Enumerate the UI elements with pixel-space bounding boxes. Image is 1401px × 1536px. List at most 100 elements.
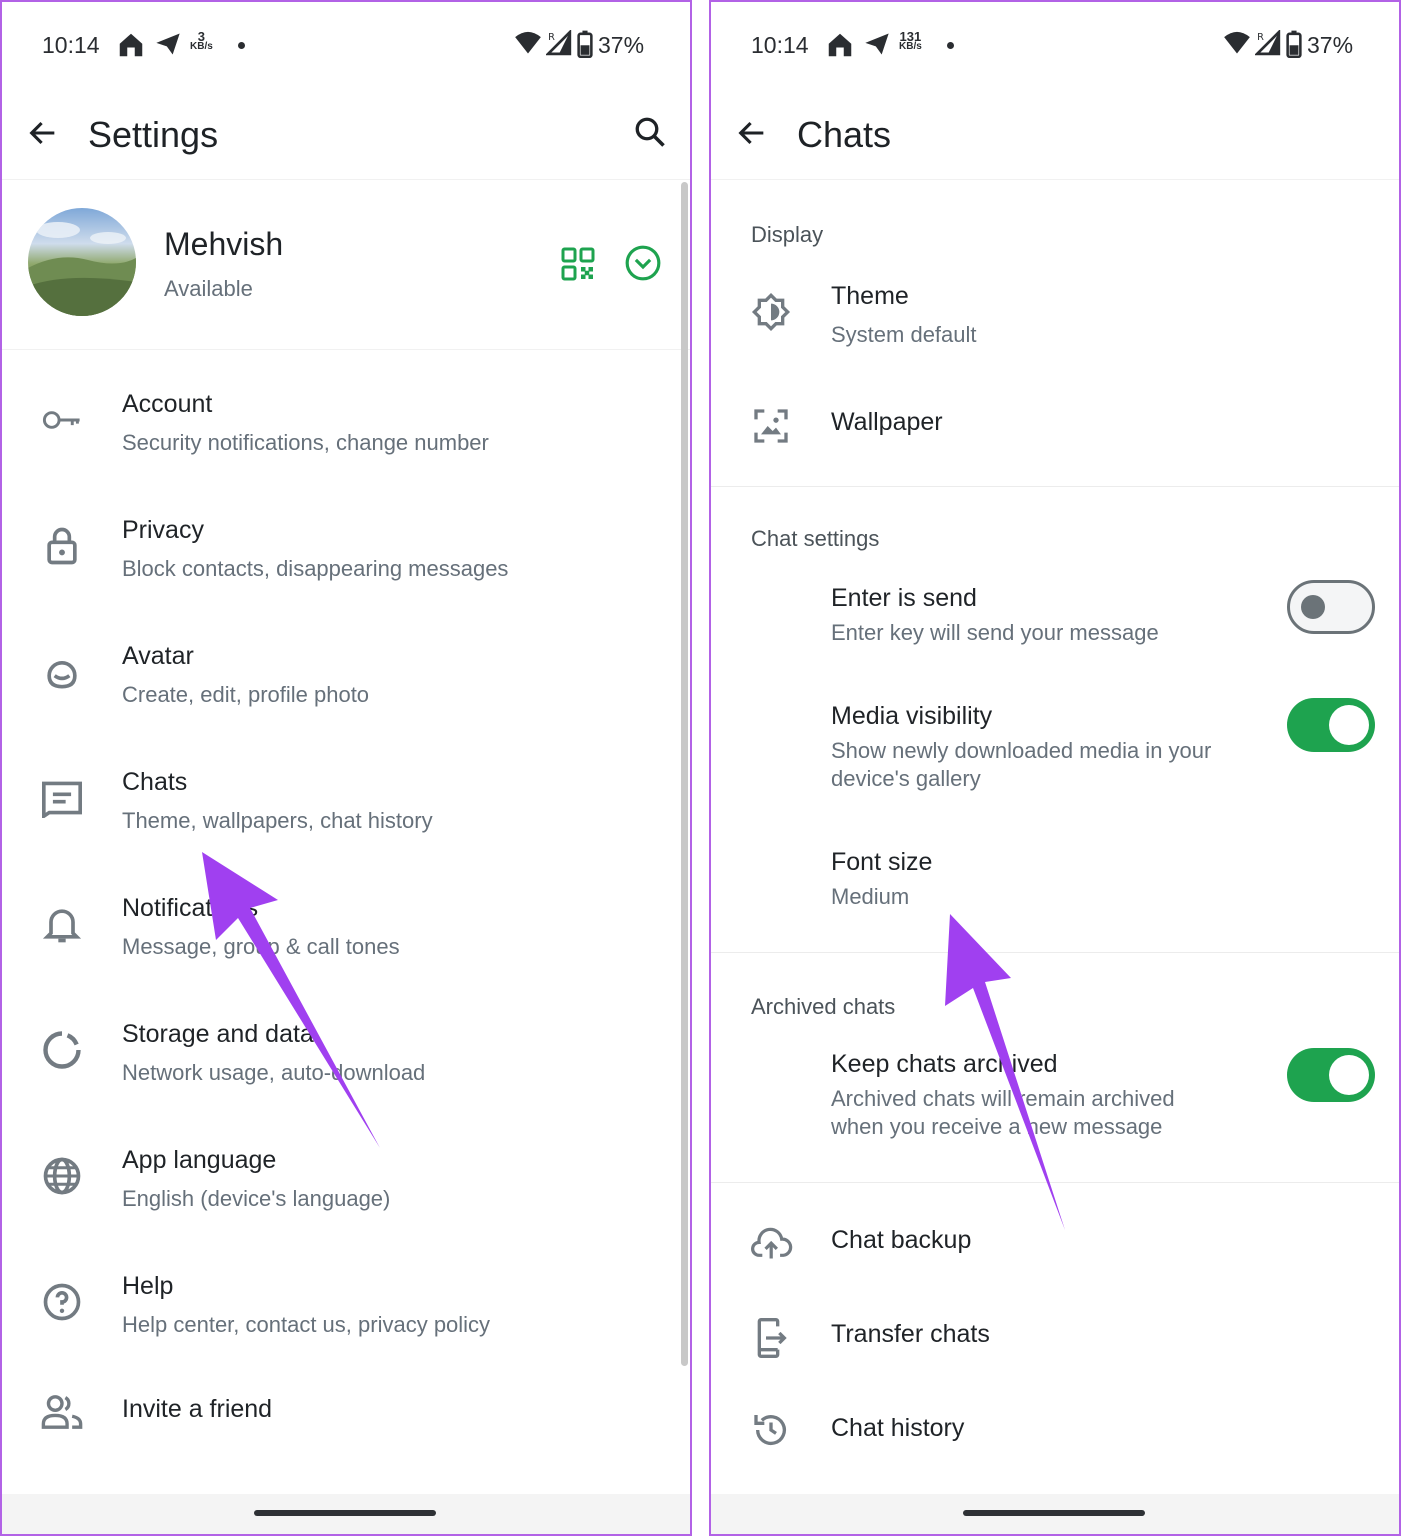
- setting-chat-history[interactable]: Chat history: [711, 1398, 1399, 1468]
- settings-item-title: Privacy: [122, 516, 204, 544]
- home-indicator[interactable]: [963, 1510, 1145, 1516]
- arrow-back-icon[interactable]: [735, 116, 769, 150]
- settings-item-help[interactable]: Help Help center, contact us, privacy po…: [2, 1264, 690, 1374]
- avatar-face-icon: [47, 661, 77, 689]
- network-speed: 3 KB/s: [190, 29, 213, 52]
- cloud-upload-icon: [751, 1227, 793, 1259]
- app-bar: Settings: [2, 92, 690, 180]
- phone-transfer-icon: [757, 1318, 787, 1358]
- setting-transfer-chats[interactable]: Transfer chats: [711, 1304, 1399, 1374]
- avatar[interactable]: [28, 208, 136, 316]
- gesture-nav-bar: [2, 1494, 690, 1534]
- chevron-down-circle-icon[interactable]: [624, 244, 662, 282]
- settings-item-title: Notifications: [122, 894, 259, 922]
- globe-icon: [43, 1157, 81, 1195]
- settings-item-subtitle: Network usage, auto-download: [122, 1060, 426, 1085]
- toggle-knob: [1329, 705, 1369, 745]
- enter-is-send-toggle[interactable]: [1287, 580, 1375, 634]
- settings-item-title: Invite a friend: [122, 1395, 273, 1423]
- network-speed: 131 KB/s: [899, 29, 922, 52]
- home-indicator[interactable]: [254, 1510, 436, 1516]
- battery-icon: [577, 30, 593, 58]
- notification-dot: [238, 42, 245, 49]
- toggle-knob: [1329, 1055, 1369, 1095]
- settings-item-storage[interactable]: Storage and data Network usage, auto-dow…: [2, 1012, 690, 1122]
- setting-subtitle: device's gallery: [831, 766, 981, 791]
- signal-icon: R: [1255, 30, 1281, 56]
- settings-item-notifications[interactable]: Notifications Message, group & call tone…: [2, 886, 690, 996]
- status-time: 10:14: [751, 32, 809, 58]
- home-icon: [119, 33, 143, 57]
- setting-media-visibility[interactable]: Media visibility Show newly downloaded m…: [711, 696, 1399, 806]
- scrollbar[interactable]: [681, 182, 688, 1366]
- setting-title: Enter is send: [831, 584, 977, 612]
- profile-name: Mehvish: [164, 226, 284, 262]
- settings-item-title: Chats: [122, 768, 188, 796]
- setting-title: Chat history: [831, 1414, 965, 1442]
- settings-item-subtitle: Create, edit, profile photo: [122, 682, 370, 707]
- setting-title: Media visibility: [831, 702, 993, 730]
- page-title: Chats: [797, 114, 892, 155]
- status-bar: 10:14 3 KB/s R 37%: [2, 2, 690, 88]
- setting-title: Font size: [831, 848, 933, 876]
- toggle-knob: [1301, 595, 1325, 619]
- signal-icon: R: [546, 30, 572, 56]
- home-icon: [828, 33, 852, 57]
- arrow-back-icon[interactable]: [26, 116, 60, 150]
- settings-item-subtitle: Security notifications, change number: [122, 430, 489, 455]
- search-icon[interactable]: [632, 114, 668, 150]
- setting-wallpaper[interactable]: Wallpaper: [711, 392, 1399, 462]
- section-header-chat-settings: Chat settings: [751, 526, 880, 551]
- qr-code-icon[interactable]: [560, 246, 596, 282]
- telegram-icon: [156, 33, 180, 55]
- gesture-nav-bar: [711, 1494, 1399, 1534]
- svg-text:R: R: [1257, 32, 1264, 43]
- settings-item-account[interactable]: Account Security notifications, change n…: [2, 382, 690, 492]
- setting-title: Transfer chats: [831, 1320, 990, 1348]
- settings-item-title: Avatar: [122, 642, 194, 670]
- status-bar: 10:14 131 KB/s R 37%: [711, 2, 1399, 88]
- setting-title: Chat backup: [831, 1226, 972, 1254]
- battery-percent: 37%: [598, 32, 645, 58]
- app-bar: Chats: [711, 92, 1399, 180]
- settings-item-title: App language: [122, 1146, 277, 1174]
- notification-dot: [947, 42, 954, 49]
- media-visibility-toggle[interactable]: [1287, 698, 1375, 752]
- section-header-archived: Archived chats: [751, 994, 896, 1019]
- settings-item-avatar[interactable]: Avatar Create, edit, profile photo: [2, 634, 690, 744]
- setting-font-size[interactable]: Font size Medium: [711, 842, 1399, 922]
- battery-percent: 37%: [1307, 32, 1354, 58]
- battery-icon: [1286, 30, 1302, 58]
- people-icon: [41, 1395, 83, 1429]
- setting-chat-backup[interactable]: Chat backup: [711, 1210, 1399, 1280]
- lock-icon: [47, 527, 77, 565]
- settings-item-title: Help: [122, 1272, 174, 1300]
- settings-item-chats[interactable]: Chats Theme, wallpapers, chat history: [2, 760, 690, 870]
- settings-item-app-language[interactable]: App language English (device's language): [2, 1138, 690, 1248]
- settings-item-privacy[interactable]: Privacy Block contacts, disappearing mes…: [2, 508, 690, 618]
- settings-item-invite[interactable]: Invite a friend: [2, 1386, 690, 1446]
- settings-item-subtitle: Help center, contact us, privacy policy: [122, 1312, 491, 1337]
- keep-archived-toggle[interactable]: [1287, 1048, 1375, 1102]
- wifi-icon: [1224, 31, 1250, 54]
- settings-item-subtitle: Block contacts, disappearing messages: [122, 556, 509, 581]
- theme-icon: [751, 292, 791, 332]
- profile-card[interactable]: Mehvish Available: [2, 182, 690, 350]
- setting-subtitle: Show newly downloaded media in your: [831, 738, 1212, 763]
- settings-item-subtitle: Message, group & call tones: [122, 934, 400, 959]
- setting-subtitle: when you receive a new message: [831, 1114, 1163, 1139]
- setting-value: Medium: [831, 884, 910, 909]
- settings-item-title: Account: [122, 390, 213, 418]
- chats-settings-screen: 10:14 131 KB/s R 37% Chats Display Theme …: [709, 0, 1401, 1536]
- settings-screen: 10:14 3 KB/s R 37% Settings Mehvish Avail…: [0, 0, 692, 1536]
- setting-theme[interactable]: Theme System default: [711, 272, 1399, 362]
- section-divider: [711, 486, 1399, 487]
- key-icon: [42, 411, 80, 429]
- setting-keep-chats-archived[interactable]: Keep chats archived Archived chats will …: [711, 1044, 1399, 1154]
- settings-item-subtitle: English (device's language): [122, 1186, 391, 1211]
- setting-subtitle: Archived chats will remain archived: [831, 1086, 1175, 1111]
- setting-subtitle: Enter key will send your message: [831, 620, 1159, 645]
- setting-enter-is-send[interactable]: Enter is send Enter key will send your m…: [711, 576, 1399, 656]
- wallpaper-icon: [754, 409, 788, 443]
- setting-title: Keep chats archived: [831, 1050, 1058, 1078]
